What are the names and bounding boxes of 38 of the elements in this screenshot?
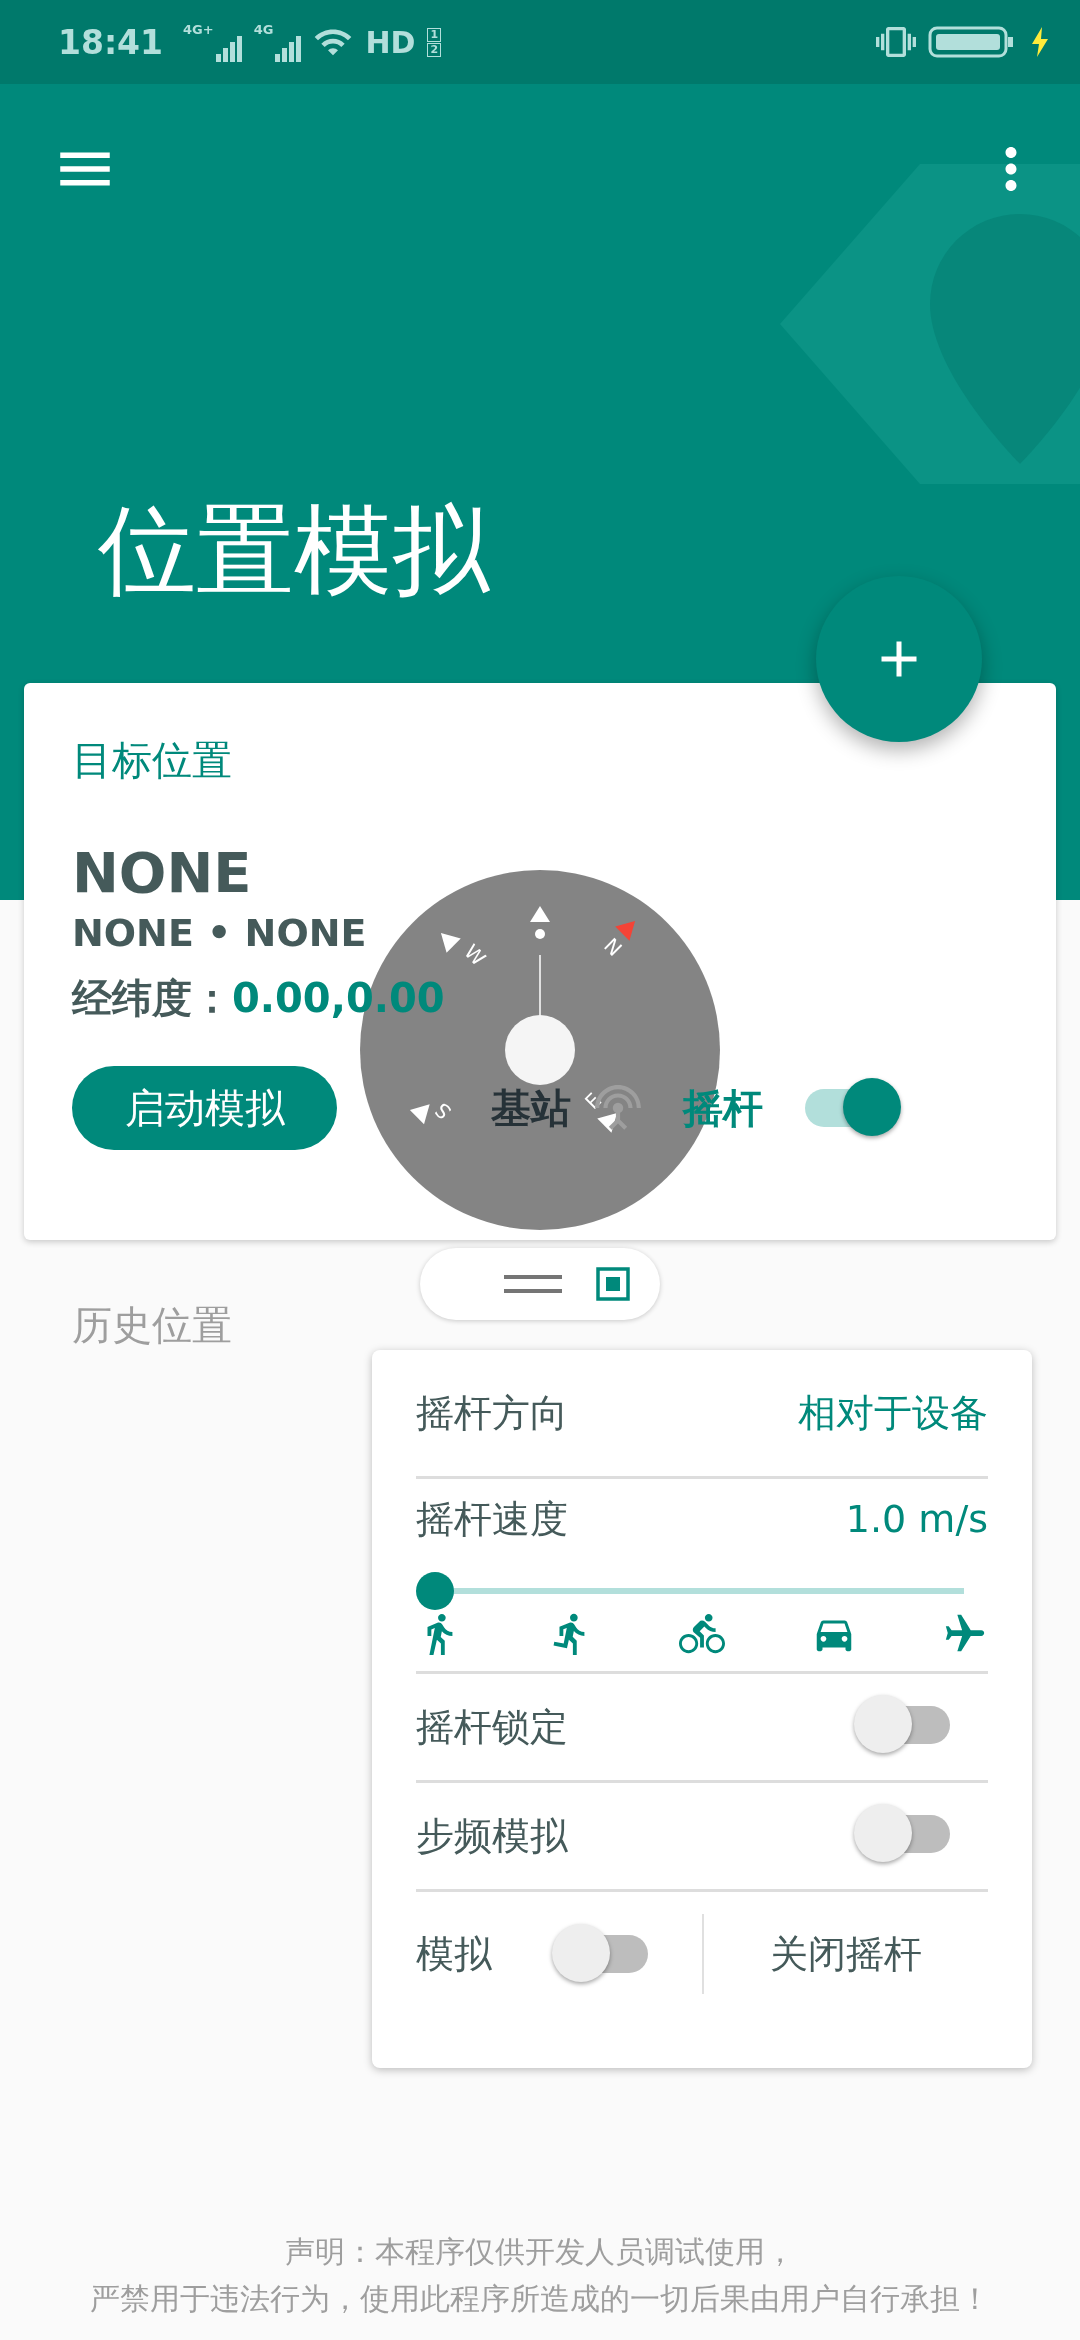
sim-label: 1 [427, 27, 442, 42]
row-label: 步频模拟 [416, 1812, 568, 1860]
compass-letter: S [430, 1097, 457, 1124]
coords-label: 经纬度： [72, 974, 232, 1023]
direction-arrow-icon [409, 1104, 430, 1125]
drag-handle-icon [504, 1273, 562, 1295]
square-icon[interactable] [596, 1267, 630, 1301]
joystick-knob[interactable] [505, 1015, 575, 1085]
sim-label: 2 [427, 42, 442, 57]
history-heading: 历史位置 [72, 1301, 232, 1350]
disclaimer-line: 严禁用于违法行为，使用此程序所造成的一切后果由用户自行承担！ [90, 2280, 990, 2318]
start-button[interactable]: 启动模拟 [72, 1066, 337, 1150]
location-subtitle: NONE • NONE [72, 911, 367, 955]
status-time: 18:41 [58, 22, 164, 62]
direction-value[interactable]: 相对于设备 [798, 1387, 988, 1439]
signal-icon [275, 36, 302, 62]
mode-label: 基站 [491, 1083, 571, 1133]
signal-icon [215, 36, 242, 62]
compass-letter: W [459, 939, 491, 971]
direction-arrow-icon [440, 932, 461, 953]
compass-letter: N [599, 933, 627, 961]
network-label: 4G [253, 22, 274, 37]
coords-value: 0.00,0.00 [232, 975, 445, 1021]
disclaimer-line: 声明：本程序仅供开发人员调试使用， [285, 2233, 795, 2271]
direction-arrow-icon [597, 1112, 618, 1133]
row-label: 模拟 [416, 1930, 492, 1978]
charging-icon [1030, 27, 1050, 57]
row-label: 摇杆锁定 [416, 1703, 568, 1751]
hd-label: HD [365, 24, 416, 60]
speed-value: 1.0 m/s [845, 1497, 988, 1541]
close-joystick-button[interactable]: 关闭摇杆 [704, 1927, 988, 1981]
row-label: 摇杆方向 [416, 1389, 568, 1437]
card-heading: 目标位置 [72, 736, 232, 785]
page-title: 位置模拟 [98, 492, 490, 609]
network-label: 4G+ [183, 22, 214, 37]
location-name: NONE [72, 840, 252, 905]
row-label: 摇杆速度 [416, 1495, 568, 1543]
panel-handle[interactable] [420, 1248, 660, 1320]
